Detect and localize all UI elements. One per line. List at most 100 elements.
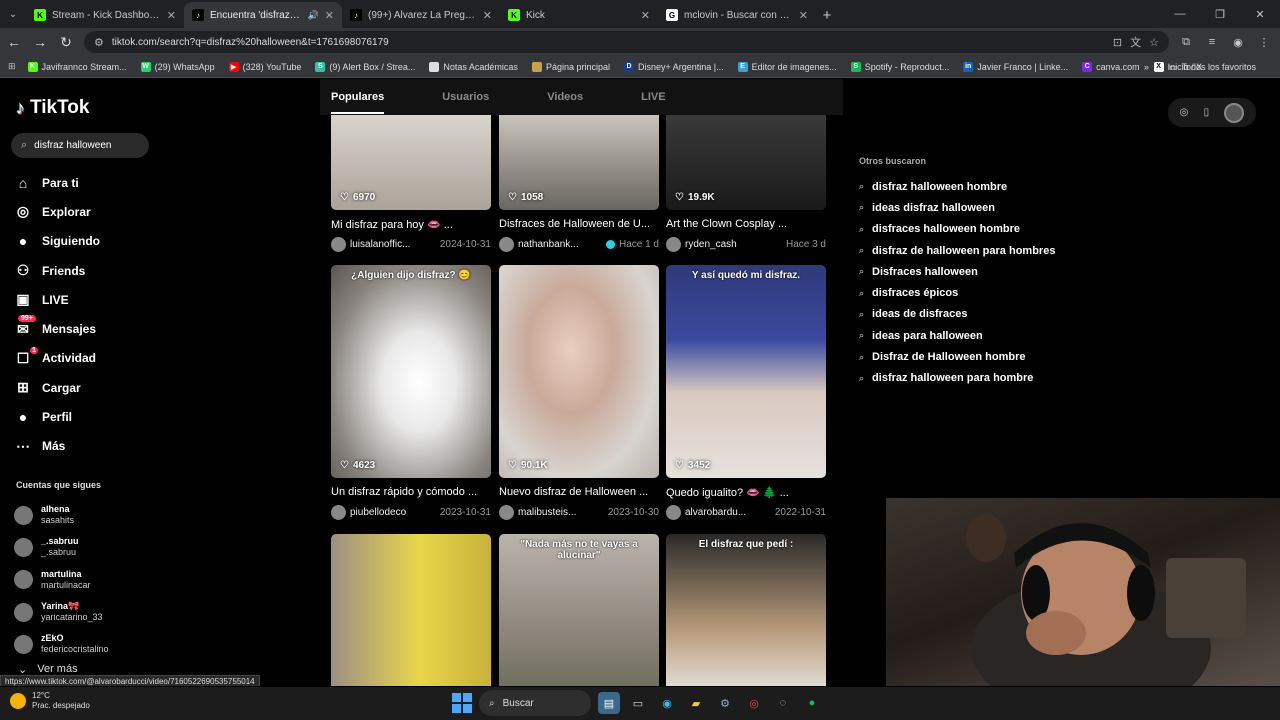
related-search-item[interactable]: ⌕ disfraces épicos <box>859 282 1055 303</box>
all-bookmarks-folder[interactable]: ▭ Todos los favoritos <box>1169 62 1256 73</box>
profile-icon[interactable]: ◉ <box>1227 31 1249 53</box>
close-tab-icon[interactable]: ✕ <box>799 9 808 22</box>
user-avatar[interactable] <box>1224 102 1245 123</box>
related-search-item[interactable]: ⌕ ideas para halloween <box>859 325 1055 346</box>
followed-account[interactable]: zEkO federicocristalino <box>14 628 109 660</box>
video-card[interactable]: ♡ 90.1K Nuevo disfraz de Halloween ... mali… <box>499 265 659 520</box>
tab-search-button[interactable]: ⌄ <box>0 0 26 28</box>
related-search-item[interactable]: ⌕ disfraz halloween hombre <box>859 176 1055 197</box>
translate-icon[interactable]: 文 <box>1130 34 1141 50</box>
related-search-item[interactable]: ⌕ Disfraz de Halloween hombre <box>859 346 1055 367</box>
back-button[interactable]: ← <box>2 30 26 54</box>
tab-live[interactable]: LIVE <box>641 91 665 103</box>
obs-icon[interactable]: ◌ <box>772 692 794 714</box>
video-description[interactable]: Un disfraz rápido y cómodo ... <box>331 486 491 500</box>
forward-button[interactable]: → <box>28 30 52 54</box>
avatar[interactable] <box>666 504 681 520</box>
browser-tab[interactable]: K Kick ✕ <box>500 2 658 28</box>
url-text[interactable]: tiktok.com/search?q=disfraz%20halloween&… <box>112 37 1105 48</box>
username[interactable]: luisalanoffic... <box>350 239 436 250</box>
video-thumbnail[interactable]: ♡ 90.1K <box>499 265 659 478</box>
sidebar-item-actividad[interactable]: ☐ 1 Actividad <box>14 344 100 373</box>
file-explorer-icon[interactable]: ▰ <box>685 692 707 714</box>
bookmark-item[interactable]: in Javier Franco | Linke... <box>963 61 1068 72</box>
new-tab-button[interactable]: + <box>816 2 838 28</box>
extensions-icon[interactable]: ⧉ <box>1175 31 1197 53</box>
browser-tab[interactable]: K Stream - Kick Dashboard ✕ <box>26 2 184 28</box>
video-thumbnail[interactable]: ♡ 6970 <box>331 115 491 210</box>
browser-menu-icon[interactable]: ⋮ <box>1253 31 1275 53</box>
search-input[interactable]: ⌕ disfraz halloween <box>11 133 149 158</box>
avatar[interactable] <box>331 504 346 520</box>
followed-account[interactable]: _.sabruu _.sabruu <box>14 531 109 563</box>
close-tab-icon[interactable]: ✕ <box>483 9 492 22</box>
address-bar[interactable]: ⚙ tiktok.com/search?q=disfraz%20hallowee… <box>84 31 1169 53</box>
browser-tab[interactable]: ♪ Encuentra 'disfraz hallowee 🔊 ✕ <box>184 2 342 28</box>
video-description[interactable]: Mi disfraz para hoy 👄 ... <box>331 218 491 232</box>
sidebar-item-explorar[interactable]: ◎ Explorar <box>14 197 100 226</box>
bookmark-item[interactable]: Ccanva.com <box>1082 61 1140 72</box>
related-search-item[interactable]: ⌕ disfraces halloween hombre <box>859 219 1055 240</box>
video-thumbnail[interactable]: ¿Alguien dijo disfraz? 😊 ♡ 4623 <box>331 265 491 478</box>
device-icon[interactable]: ▯ <box>1204 107 1210 118</box>
browser-tab[interactable]: ♪ (99+) Alvarez La Pregunta: Exc ✕ <box>342 2 500 28</box>
video-card[interactable]: El disfraz que pedí : <box>666 534 826 686</box>
minimize-button[interactable]: — <box>1160 0 1200 28</box>
sidebar-item-para-ti[interactable]: ⌂ Para ti <box>14 168 100 197</box>
sidebar-item-friends[interactable]: ⚇ Friends <box>14 256 100 285</box>
bookmark-item[interactable]: D Disney+ Argentina |... <box>623 61 724 72</box>
video-card[interactable]: ♡ 6970 Mi disfraz para hoy 👄 ... luisalanof… <box>331 115 491 252</box>
close-tab-icon[interactable]: ✕ <box>641 9 650 22</box>
chrome-icon[interactable]: ◎ <box>743 692 765 714</box>
video-thumbnail[interactable] <box>331 534 491 686</box>
followed-account[interactable]: martulina martulinacar <box>14 564 109 596</box>
related-search-item[interactable]: ⌕ ideas disfraz halloween <box>859 197 1055 218</box>
tab-usuarios[interactable]: Usuarios <box>442 91 489 103</box>
close-tab-icon[interactable]: ✕ <box>167 9 176 22</box>
bookmark-star-icon[interactable]: ☆ <box>1149 36 1159 49</box>
steam-icon[interactable]: ⚙ <box>714 692 736 714</box>
username[interactable]: piubellodeco <box>350 507 436 518</box>
sidebar-item-mensajes[interactable]: ✉ 99+ Mensajes <box>14 314 100 343</box>
task-view-icon[interactable]: ▭ <box>627 692 649 714</box>
bookmark-item[interactable]: ▶ (328) YouTube <box>228 61 301 72</box>
browser-tab[interactable]: Gmclovin - Buscar con Google ✕ <box>658 2 816 28</box>
username[interactable]: ryden_cash <box>685 239 782 250</box>
video-thumbnail[interactable]: ♡ 1058 <box>499 115 659 210</box>
avatar[interactable] <box>666 236 681 252</box>
related-search-item[interactable]: ⌕ ideas de disfraces <box>859 304 1055 325</box>
related-search-item[interactable]: ⌕ disfraz de halloween para hombres <box>859 240 1055 261</box>
taskbar-search[interactable]: ⌕ Buscar <box>479 690 591 716</box>
followed-account[interactable]: Yarina🎀 yaricatarino_33 <box>14 596 109 628</box>
video-thumbnail[interactable]: ♡ 19.9K <box>666 115 826 210</box>
video-card[interactable]: ♡ 19.9K Art the Clown Cosplay ... ryden_cas… <box>666 115 826 252</box>
video-description[interactable]: Art the Clown Cosplay ... <box>666 218 826 232</box>
reload-button[interactable]: ↻ <box>54 30 78 54</box>
video-description[interactable]: Quedo igualito? 👄 🌲 ... <box>666 486 826 500</box>
followed-account[interactable]: alhena sasahits <box>14 499 109 531</box>
sidebar-item-siguiendo[interactable]: ● Siguiendo <box>14 227 100 256</box>
maximize-button[interactable]: ❐ <box>1200 0 1240 28</box>
video-card[interactable]: ♡ 1058 Disfraces de Halloween de U... natha… <box>499 115 659 252</box>
video-card[interactable]: "Nada más no te vayas a alucinar" <box>499 534 659 686</box>
video-card[interactable] <box>331 534 491 686</box>
username[interactable]: malibusteis... <box>518 507 604 518</box>
username[interactable]: nathanbank... <box>518 239 602 250</box>
edge-icon[interactable]: ◉ <box>656 692 678 714</box>
bookmark-item[interactable]: Página principal <box>531 61 610 72</box>
site-info-icon[interactable]: ⚙ <box>94 36 104 49</box>
related-search-item[interactable]: ⌕ disfraz halloween para hombre <box>859 368 1055 389</box>
video-card[interactable]: ¿Alguien dijo disfraz? 😊 ♡ 4623 Un disfraz … <box>331 265 491 520</box>
sidebar-item-live[interactable]: ▣ LIVE <box>14 285 100 314</box>
bookmark-item[interactable]: Notas Académicas <box>429 61 518 72</box>
bookmark-item[interactable]: K Javifrannco Stream... <box>27 61 127 72</box>
related-search-item[interactable]: ⌕ Disfraces halloween <box>859 261 1055 282</box>
video-thumbnail[interactable]: "Nada más no te vayas a alucinar" <box>499 534 659 686</box>
bookmark-item[interactable]: W (29) WhatsApp <box>140 61 215 72</box>
bookmark-item[interactable]: E Editor de imagenes... <box>737 61 837 72</box>
tab-populares[interactable]: Populares <box>331 91 385 114</box>
spotify-icon[interactable]: ● <box>801 692 823 714</box>
sidebar-item-más[interactable]: ⋯ Más <box>14 432 100 461</box>
sidebar-item-cargar[interactable]: ⊞ Cargar <box>14 373 100 402</box>
media-controls-icon[interactable]: ≡ <box>1201 31 1223 53</box>
